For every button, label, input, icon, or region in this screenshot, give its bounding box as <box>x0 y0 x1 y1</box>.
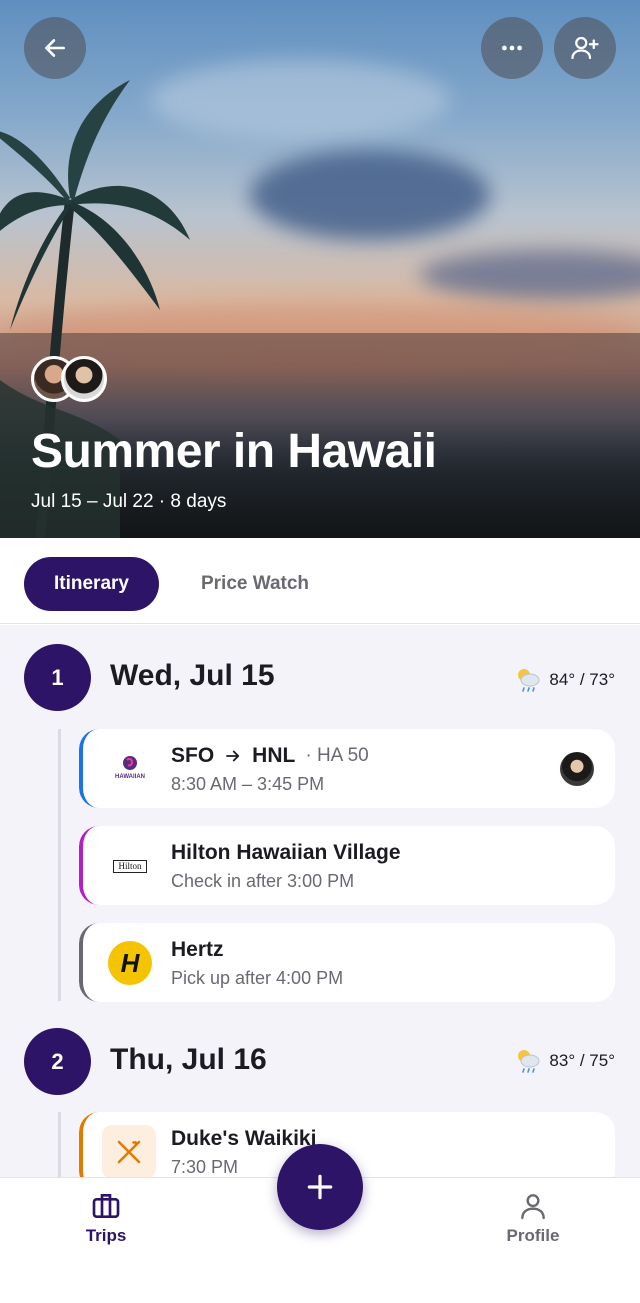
flight-number: · HA 50 <box>305 745 369 766</box>
more-options-button[interactable] <box>481 17 543 79</box>
add-traveler-button[interactable] <box>554 17 616 79</box>
day-title: Wed, Jul 15 <box>110 659 275 692</box>
day-number-badge: 2 <box>24 1028 91 1095</box>
user-plus-icon <box>571 36 599 60</box>
car-pickup: Pick up after 4:00 PM <box>171 968 344 988</box>
tab-price-watch[interactable]: Price Watch <box>178 557 332 611</box>
fork-knife-icon <box>117 1140 141 1164</box>
car-company: Hertz <box>171 938 224 961</box>
svg-text:HAWAIIAN: HAWAIIAN <box>115 774 145 780</box>
hotel-name: Hilton Hawaiian Village <box>171 841 401 864</box>
hilton-logo: Hilton <box>107 843 153 889</box>
destination-airport: HNL <box>252 744 296 767</box>
more-horizontal-icon <box>502 45 522 51</box>
hotel-card[interactable]: Hilton Hilton Hawaiian Village Check in … <box>79 826 615 905</box>
back-button[interactable] <box>24 17 86 79</box>
arrow-right-icon <box>226 750 240 762</box>
avatar <box>61 356 107 402</box>
nav-profile[interactable]: Profile <box>478 1190 588 1246</box>
trip-tabs: Itinerary Price Watch <box>0 538 640 624</box>
nav-profile-label: Profile <box>506 1226 560 1245</box>
day-timeline <box>58 1112 61 1177</box>
hawaiian-airlines-logo: HAWAIIAN <box>107 746 153 792</box>
day-weather: 83° / 75° <box>513 1046 615 1076</box>
hotel-checkin: Check in after 3:00 PM <box>171 871 355 891</box>
reservation-time: 7:30 PM <box>171 1157 239 1177</box>
add-item-button[interactable] <box>277 1144 363 1230</box>
hero-cover-image: Summer in Hawaii Jul 15 – Jul 22 · 8 day… <box>0 0 640 538</box>
trip-dates: Jul 15 – Jul 22 · 8 days <box>31 491 227 512</box>
avatar <box>560 752 594 786</box>
flight-route: SFO HNL · HA 50 <box>171 744 369 768</box>
plus-icon <box>307 1174 333 1200</box>
arrow-left-icon <box>45 39 65 57</box>
suitcase-icon <box>92 1194 120 1218</box>
restaurant-logo <box>101 1124 157 1177</box>
partly-cloudy-rain-icon <box>518 669 540 692</box>
person-icon <box>521 1194 545 1220</box>
day-number-badge: 1 <box>24 644 91 711</box>
day-timeline <box>58 729 61 1001</box>
nav-trips[interactable]: Trips <box>51 1190 161 1246</box>
restaurant-name: Duke's Waikiki <box>171 1127 317 1150</box>
origin-airport: SFO <box>171 744 215 767</box>
flight-times: 8:30 AM – 3:45 PM <box>171 774 325 794</box>
trip-title: Summer in Hawaii <box>31 425 437 478</box>
day-title: Thu, Jul 16 <box>110 1043 267 1076</box>
weather-temps: 84° / 73° <box>549 670 615 689</box>
day-weather: 84° / 73° <box>513 665 615 695</box>
tab-itinerary[interactable]: Itinerary <box>24 557 159 611</box>
hertz-logo: H <box>107 940 153 986</box>
itinerary-list: 1 Wed, Jul 15 84° / 73° HAWAIIAN SFO HNL… <box>0 625 640 1177</box>
partly-cloudy-rain-icon <box>518 1050 540 1073</box>
nav-trips-label: Trips <box>85 1226 127 1245</box>
car-rental-card[interactable]: H Hertz Pick up after 4:00 PM <box>79 923 615 1002</box>
flight-card[interactable]: HAWAIIAN SFO HNL · HA 50 8:30 AM – 3:45 … <box>79 729 615 808</box>
weather-temps: 83° / 75° <box>549 1051 615 1070</box>
